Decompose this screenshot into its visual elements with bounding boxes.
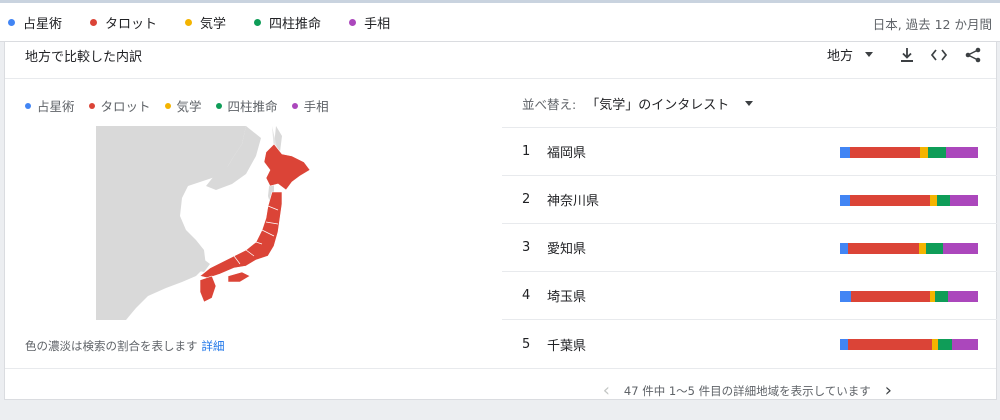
region-name: 千葉県 xyxy=(547,338,587,354)
series-dot xyxy=(254,19,262,26)
bar-segment xyxy=(935,291,948,302)
bar-segment xyxy=(840,339,849,350)
pagination: ‹ 47 件中 1〜5 件目の詳細地域を表示しています › xyxy=(589,382,906,400)
rank-number: 1 xyxy=(522,144,531,159)
bar-segment xyxy=(849,195,930,206)
map-note: 色の濃淡は検索の割合を表します 詳細 xyxy=(25,339,225,353)
series-dot xyxy=(8,19,15,26)
interest-share-bar xyxy=(840,195,978,206)
bar-segment xyxy=(929,195,937,206)
embed-code-icon[interactable] xyxy=(929,45,949,65)
series-dot xyxy=(215,102,222,109)
bar-segment xyxy=(840,195,850,206)
legend-item-horoscope: 占星術 xyxy=(25,96,75,115)
interest-share-bar xyxy=(840,147,978,158)
chevron-right-icon[interactable]: › xyxy=(885,382,892,400)
bar-segment xyxy=(936,195,951,206)
region-name: 福岡県 xyxy=(547,146,587,161)
series-dot xyxy=(185,19,193,26)
top-legend: 占星術 タロット 気学 四柱推命 手相 xyxy=(8,13,418,32)
legend-item-horoscope: 占星術 xyxy=(8,13,62,32)
rank-number: 2 xyxy=(522,192,531,207)
bar-segment xyxy=(951,339,978,350)
footer-divider xyxy=(5,368,996,369)
hokkaido-region[interactable] xyxy=(263,143,311,191)
dropdown-caret-icon xyxy=(745,101,754,106)
bar-segment xyxy=(840,291,852,302)
series-dot xyxy=(25,102,31,109)
bar-segment xyxy=(851,291,930,302)
map-legend: 占星術 タロット 気学 四柱推命 手相 xyxy=(25,96,343,115)
interest-share-bar xyxy=(840,339,978,350)
bar-segment xyxy=(918,243,926,254)
bar-segment xyxy=(943,243,978,254)
sort-control[interactable]: 並べ替え: 「気学」のインタレスト xyxy=(522,94,754,113)
bar-segment xyxy=(848,339,933,350)
legend-item-palm: 手相 xyxy=(349,13,390,32)
honshu-region[interactable] xyxy=(199,191,283,279)
header-divider xyxy=(5,78,996,79)
download-icon[interactable] xyxy=(897,45,917,65)
series-dot xyxy=(349,19,357,26)
series-dot xyxy=(88,102,95,109)
bar-segment xyxy=(920,147,929,158)
chevron-left-icon[interactable]: ‹ xyxy=(603,382,610,400)
series-dot xyxy=(164,102,171,109)
legend-item-tarot: タロット xyxy=(88,96,151,115)
list-item[interactable]: 1 福岡県 xyxy=(502,128,997,176)
japan-region-map[interactable] xyxy=(96,126,381,320)
top-bar: 占星術 タロット 気学 四柱推命 手相 日本, 過去 12 か月間 xyxy=(0,0,1000,42)
sort-label: 並べ替え: xyxy=(522,97,577,112)
bar-segment xyxy=(840,147,850,158)
interest-share-bar xyxy=(840,243,978,254)
legend-item-shichu: 四柱推命 xyxy=(215,96,278,115)
pagination-text: 47 件中 1〜5 件目の詳細地域を表示しています xyxy=(623,384,871,398)
legend-item-shichu: 四柱推命 xyxy=(254,13,321,32)
region-level-select[interactable]: 地方 xyxy=(827,45,874,64)
legend-item-kigaku: 気学 xyxy=(164,96,202,115)
list-item[interactable]: 5 千葉県 xyxy=(502,320,997,368)
rank-number: 5 xyxy=(522,336,531,352)
series-dot xyxy=(291,102,298,109)
interest-share-bar xyxy=(840,291,978,302)
bar-segment xyxy=(946,147,978,158)
bar-segment xyxy=(840,243,849,254)
sort-value: 「気学」のインタレスト xyxy=(586,98,730,113)
shikoku-region[interactable] xyxy=(227,271,251,283)
bar-segment xyxy=(848,243,919,254)
legend-item-tarot: タロット xyxy=(90,13,157,32)
list-item[interactable]: 2 神奈川県 xyxy=(502,176,997,224)
list-item[interactable]: 3 愛知県 xyxy=(502,224,997,272)
dropdown-caret-icon xyxy=(865,52,874,57)
legend-item-kigaku: 気学 xyxy=(185,13,226,32)
details-link[interactable]: 詳細 xyxy=(202,339,225,353)
kyushu-region[interactable] xyxy=(199,275,217,303)
region-breakdown-card: 地方で比較した内訳 地方 占星術 タロット 気学 四柱推命 手相 色の濃淡は検索… xyxy=(4,42,997,400)
region-name: 埼玉県 xyxy=(547,290,587,305)
region-name: 愛知県 xyxy=(547,242,587,257)
date-range-label: 日本, 過去 12 か月間 xyxy=(872,17,992,32)
region-name: 神奈川県 xyxy=(547,194,600,209)
rank-number: 3 xyxy=(522,240,531,255)
region-list: 1 福岡県 2 神奈川県 3 愛知県 4 埼玉県 5 千葉県 xyxy=(502,127,997,368)
bar-segment xyxy=(937,339,952,350)
card-title: 地方で比較した内訳 xyxy=(25,50,143,65)
bar-segment xyxy=(928,147,947,158)
bar-segment xyxy=(925,243,944,254)
legend-item-palm: 手相 xyxy=(291,96,329,115)
share-icon[interactable] xyxy=(963,45,983,65)
bar-segment xyxy=(849,147,921,158)
series-dot xyxy=(90,19,98,26)
rank-number: 4 xyxy=(522,288,531,303)
list-item[interactable]: 4 埼玉県 xyxy=(502,272,997,320)
bar-segment xyxy=(947,291,978,302)
bar-segment xyxy=(950,195,978,206)
